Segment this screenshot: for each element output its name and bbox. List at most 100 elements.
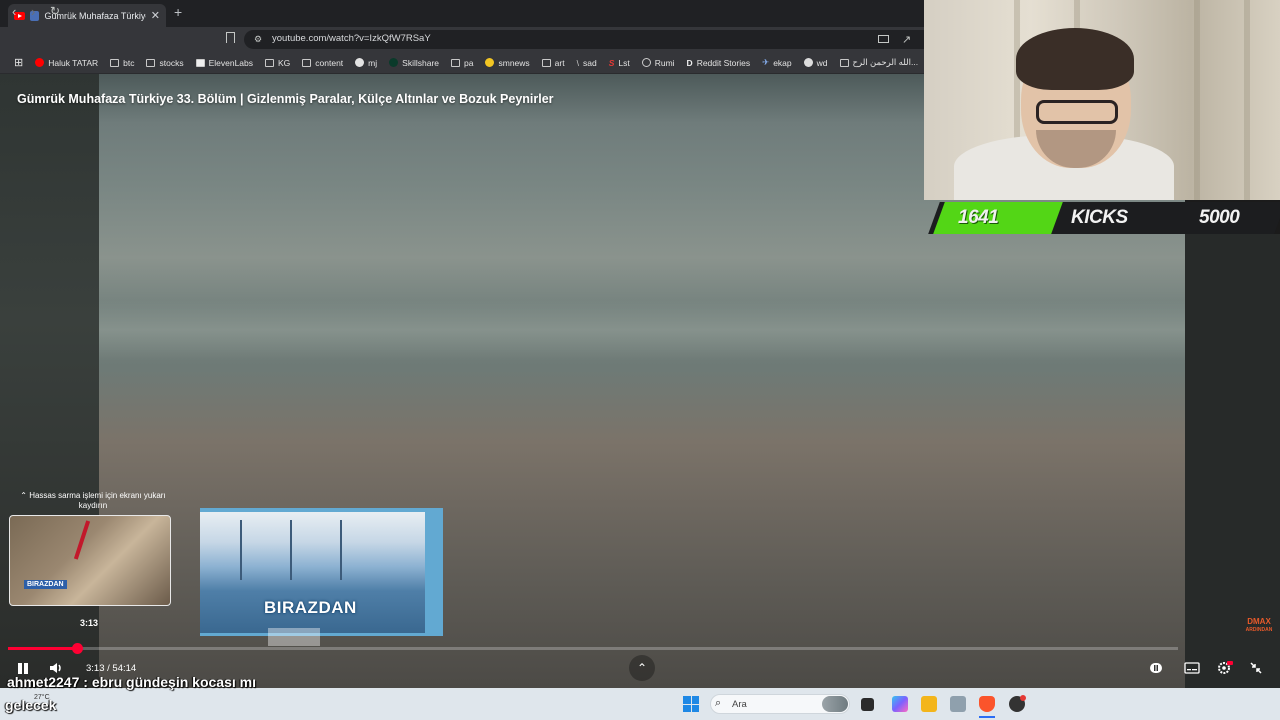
- snipping-tool-icon[interactable]: [950, 696, 966, 712]
- file-explorer-icon[interactable]: [921, 696, 937, 712]
- pause-toggle-icon: [1150, 663, 1162, 673]
- volume-button[interactable]: [49, 661, 65, 675]
- preview-shadow: [268, 628, 320, 646]
- webcam-feed: [924, 0, 1280, 200]
- bookmark-label: mj: [368, 57, 378, 68]
- doc-icon: [839, 58, 849, 67]
- bookmark-wd[interactable]: wd: [798, 58, 834, 68]
- bookmark-elevenlabs[interactable]: ElevenLabs: [190, 58, 259, 68]
- bookmark-smnews[interactable]: smnews: [479, 58, 535, 68]
- tab-close-icon[interactable]: ✕: [151, 9, 160, 22]
- folder-icon: [302, 58, 312, 67]
- exit-fullscreen-button[interactable]: [1247, 660, 1265, 676]
- folder-icon: [541, 58, 551, 67]
- youtube-icon: [35, 58, 45, 67]
- bookmarks-bar: ⊞ Haluk TATAR btc stocks ElevenLabs KG c…: [0, 52, 924, 74]
- subtitles-icon: [1184, 662, 1200, 674]
- apps-grid-icon[interactable]: ⊞: [8, 56, 29, 69]
- bird-icon: ✈: [762, 57, 770, 67]
- curtain-fold: [1244, 0, 1250, 200]
- taskbar-search-placeholder: Ara: [732, 699, 747, 710]
- bookmark-rumi[interactable]: Rumi: [636, 58, 681, 68]
- site-info-icon[interactable]: ⚙: [254, 34, 262, 45]
- back-icon[interactable]: ‹: [12, 4, 16, 19]
- preview-image: BIRAZDAN: [200, 512, 425, 633]
- reload-icon[interactable]: ↻: [50, 4, 60, 18]
- bookmark-label: btc: [123, 57, 135, 68]
- bookmark-lst[interactable]: S Lst: [603, 58, 636, 68]
- s-logo-icon: S: [608, 57, 615, 68]
- globe-icon: [641, 58, 651, 67]
- progress-scrubber[interactable]: [72, 643, 83, 654]
- bookmark-label: KG: [278, 57, 291, 68]
- chat-text: : ebru gündeşin kocası mı: [83, 674, 256, 690]
- bookmark-content[interactable]: content: [296, 58, 349, 68]
- curtain-fold: [1194, 0, 1200, 200]
- bookmark-reddit-stories[interactable]: D Reddit Stories: [681, 58, 757, 68]
- upcoming-preview-card[interactable]: BIRAZDAN: [200, 508, 443, 636]
- subtitles-button[interactable]: [1183, 660, 1201, 676]
- seek-thumbnail: BIRAZDAN: [9, 515, 171, 606]
- brave-browser-icon[interactable]: [979, 696, 995, 712]
- bolt-cutter-shape: [73, 520, 91, 560]
- share-icon[interactable]: ↗: [902, 33, 911, 46]
- bookmark-label: art: [554, 57, 565, 68]
- chat-username: ahmet2247: [7, 674, 80, 690]
- bookmark-label: pa: [464, 57, 474, 68]
- bookmark-arabic[interactable]: الله الرحمن الرح...: [834, 57, 925, 68]
- gear-icon: [1218, 661, 1233, 674]
- bookmark-label: stocks: [159, 57, 184, 68]
- bookmark-stocks[interactable]: stocks: [140, 58, 189, 68]
- settings-button[interactable]: [1215, 660, 1233, 676]
- elevenlabs-icon: [195, 58, 205, 67]
- bookmark-pa[interactable]: pa: [445, 58, 479, 68]
- weather-text[interactable]: gelecek: [5, 697, 56, 713]
- exit-fullscreen-icon: [1250, 662, 1262, 674]
- bookmark-star-icon[interactable]: [226, 32, 235, 43]
- bookmark-ekap[interactable]: ✈ ekap: [756, 57, 798, 68]
- bookmark-label: الله الرحمن الرح...: [852, 57, 919, 67]
- bookmark-kg[interactable]: KG: [259, 58, 296, 68]
- bookmark-label: Rumi: [654, 57, 675, 68]
- bookmark-btc[interactable]: btc: [104, 58, 140, 68]
- copilot-icon[interactable]: [892, 696, 908, 712]
- slash-icon: \: [576, 57, 579, 68]
- search-icon: ⌕: [715, 697, 722, 709]
- crane-shape: [240, 520, 242, 580]
- d-logo-icon: D: [686, 57, 693, 68]
- chevron-up-icon[interactable]: ⌃: [629, 655, 655, 681]
- chat-message: ahmet2247 : ebru gündeşin kocası mı: [7, 674, 256, 690]
- wd-icon: [803, 58, 813, 67]
- cast-icon[interactable]: [878, 35, 889, 43]
- windows-start-icon[interactable]: [683, 696, 699, 712]
- folder-icon: [110, 58, 120, 67]
- task-view-icon[interactable]: [861, 698, 874, 711]
- progress-bar[interactable]: [8, 647, 1178, 650]
- autoplay-toggle[interactable]: [1147, 660, 1165, 676]
- video-motion-blur: [99, 300, 1185, 360]
- bookmark-label: sad: [582, 57, 597, 68]
- search-highlight-icon[interactable]: [822, 696, 848, 712]
- smiley-icon: [485, 58, 495, 67]
- dmax-logo: DMAX ARDINDAN: [1244, 618, 1274, 634]
- bookmark-label: smnews: [498, 57, 530, 68]
- bookmark-label: Haluk TATAR: [48, 57, 99, 68]
- bookmark-art[interactable]: art: [536, 58, 571, 68]
- url-text[interactable]: youtube.com/watch?v=IzkQfW7RSaY: [272, 33, 431, 44]
- bookmark-sad[interactable]: \ sad: [571, 58, 603, 68]
- new-tab-button[interactable]: +: [174, 4, 182, 20]
- bookmark-skillshare[interactable]: Skillshare: [383, 58, 445, 68]
- bookmark-label: content: [315, 57, 344, 68]
- bookmark-haluk-tatar[interactable]: Haluk TATAR: [29, 58, 104, 68]
- kicks-goal: 5000: [1199, 207, 1240, 228]
- preview-label: BIRAZDAN: [264, 598, 357, 617]
- volume-icon: [50, 663, 61, 673]
- pause-button[interactable]: [16, 661, 30, 675]
- kicks-count: 1641: [958, 207, 999, 228]
- seek-thumbnail-time: 3:13: [80, 618, 99, 628]
- forward-icon[interactable]: ›: [31, 4, 35, 19]
- video-title[interactable]: Gümrük Muhafaza Türkiye 33. Bölüm | Gizl…: [17, 92, 554, 106]
- bookmark-mj[interactable]: mj: [349, 58, 383, 68]
- bookmark-label: wd: [816, 57, 828, 68]
- progress-bar-played: [8, 647, 77, 650]
